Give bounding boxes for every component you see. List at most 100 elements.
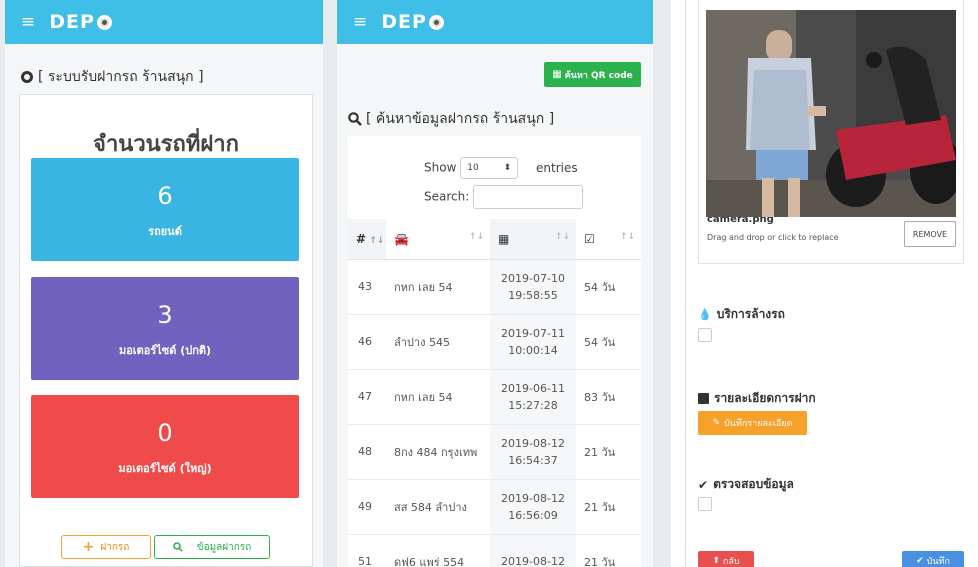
save-button-label: บันทึก [926,557,950,567]
column-header-days[interactable]: ☑ ↑↓ [576,219,641,260]
deposit-detail-screen: camera.png Drag and drop or click to rep… [671,0,978,567]
circle-icon [21,71,33,83]
search-section-title-text: [ ค้นหาข้อมูลฝากรถ ร้านสนุก ] [366,111,555,127]
column-number-label: # [356,231,367,246]
save-detail-button[interactable]: ✎ บันทึกรายละเอียด [698,411,807,435]
row-date: 2019-06-11 [501,381,565,395]
deposit-info-button-label: ข้อมูลฝากรถ [196,541,252,553]
sort-icon: ↑↓ [554,231,570,242]
motorcycle-big-count-box[interactable]: 0 มอเตอร์ไซด์ (ใหญ่) [31,395,299,498]
table-row[interactable]: 49 สส 584 ลำปาง 2019-08-12 16:56:09 21 วัน [348,479,641,535]
deposit-button[interactable]: + ฝากรถ [61,535,151,559]
table-row[interactable]: 43 กหก เลย 54 2019-07-10 19:58:55 54 วัน [348,259,641,315]
motorcycle-big-count: 0 [157,419,173,447]
row-days: 21 วัน [576,534,641,567]
page-length-select[interactable]: 10 ⬍ [460,157,519,179]
page-length-control: Show 10 ⬍ entries [424,157,578,179]
deposit-dashboard-screen: ≡ DEP [ ระบบรับฝากรถ ร้านสนุก ] จำนวนรถท… [5,0,323,567]
table-search-input[interactable] [473,185,584,209]
search-icon [348,112,362,126]
verify-checkbox[interactable] [698,497,712,511]
table-row[interactable]: 48 8กง 484 กรุงเทพ 2019-08-12 16:54:37 21 วั… [348,424,641,480]
row-days: 21 วัน [576,424,641,480]
row-plate: สส 584 ลำปาง [386,479,490,535]
search-label: Search: [424,189,470,204]
row-days: 83 วัน [576,369,641,425]
table-row[interactable]: 51 ดฟ6 แพร่ 554 2019-08-12 21 วัน [348,534,641,567]
car-wash-label-text: บริการล้างรถ [716,307,785,321]
app-logo[interactable]: DEP [381,11,444,33]
row-number: 47 [348,369,386,425]
qr-icon: ▦ [552,69,562,80]
plus-icon: + [82,539,95,555]
row-plate: 8กง 484 กรุงเทพ [386,424,490,480]
qr-search-button[interactable]: ▦ ค้นหา QR code [544,62,641,87]
car-label: รถยนต์ [148,225,182,238]
hamburger-icon[interactable]: ≡ [21,12,35,32]
table-search-control: Search: [424,185,584,209]
row-datetime: 2019-08-12 16:56:09 [490,479,576,535]
car-count: 6 [157,182,173,210]
table-row[interactable]: 47 กหก เลย 54 2019-06-11 15:27:28 83 วัน [348,369,641,425]
car-wash-checkbox[interactable] [698,328,712,342]
check-icon: ✔ [916,556,924,566]
row-days: 54 วัน [576,259,641,315]
page-edge-divider [685,0,686,567]
back-button-label: กลับ [722,557,740,567]
deposit-table-card: Show 10 ⬍ entries Search: # ↑↓ 🚘 ↑↓ ▦ ↑↓ ☑ ↑… [348,136,641,567]
row-datetime: 2019-07-10 19:58:55 [490,259,576,315]
remove-photo-button[interactable]: REMOVE [904,221,956,247]
pencil-icon: ✎ [712,418,721,428]
motorcycle-normal-count-box[interactable]: 3 มอเตอร์ไซด์ (ปกติ) [31,277,299,380]
row-datetime: 2019-06-11 15:27:28 [490,369,576,425]
row-number: 48 [348,424,386,480]
sort-icon: ↑↓ [468,231,484,242]
row-time: 16:56:09 [508,508,558,522]
row-date: 2019-08-12 [501,436,565,450]
row-plate: กหก เลย 54 [386,259,490,315]
verify-label-text: ตรวจสอบข้อมูล [713,477,794,491]
show-label: Show [424,160,457,175]
table-row[interactable]: 46 ลำปาง 545 2019-07-11 10:00:14 54 วัน [348,314,641,370]
row-date: 2019-08-12 [501,555,565,567]
row-date: 2019-07-10 [501,271,565,285]
search-section-title: [ ค้นหาข้อมูลฝากรถ ร้านสนุก ] [348,108,554,130]
calendar-check-icon: ☑ [584,231,595,246]
entries-label: entries [536,160,578,175]
deposit-search-screen: ≡ DEP ▦ ค้นหา QR code [ ค้นหาข้อมูลฝากรถ… [337,0,653,567]
deposit-button-label: ฝากรถ [100,541,130,553]
car-icon: 🚘 [394,231,409,246]
row-plate: ลำปาง 545 [386,314,490,370]
section-title: [ ระบบรับฝากรถ ร้านสนุก ] [21,66,204,88]
uploaded-photo [706,10,956,217]
row-number: 49 [348,479,386,535]
row-time: 19:58:55 [508,288,558,302]
top-navbar: ≡ DEP [5,0,323,44]
column-header-date[interactable]: ▦ ↑↓ [490,219,576,260]
table-header-row: # ↑↓ 🚘 ↑↓ ▦ ↑↓ ☑ ↑↓ [348,219,641,260]
sort-asc-icon: ↑↓ [366,235,385,246]
column-header-vehicle[interactable]: 🚘 ↑↓ [386,219,490,260]
app-logo[interactable]: DEP [49,11,112,33]
search-icon [172,542,183,552]
car-count-box[interactable]: 6 รถยนต์ [31,158,299,261]
save-button[interactable]: ✔ บันทึก [902,551,964,567]
photo-image [706,10,956,217]
tire-icon [96,14,112,30]
deposit-info-button[interactable]: ข้อมูลฝากรถ [154,535,270,559]
page-length-value: 10 [467,163,479,173]
hamburger-icon[interactable]: ≡ [353,12,367,32]
file-hint: Drag and drop or click to replace [707,233,839,242]
row-datetime: 2019-08-12 16:54:37 [490,424,576,480]
motorcycle-big-label: มอเตอร์ไซด์ (ใหญ่) [118,462,212,475]
row-time: 10:00:14 [508,343,558,357]
row-days: 21 วัน [576,479,641,535]
back-button[interactable]: ⬆ กลับ [698,551,754,567]
section-title-text: [ ระบบรับฝากรถ ร้านสนุก ] [38,69,204,85]
row-number: 46 [348,314,386,370]
row-days: 54 วัน [576,314,641,370]
top-navbar: ≡ DEP [337,0,653,44]
deposit-table: # ↑↓ 🚘 ↑↓ ▦ ↑↓ ☑ ↑↓ 43 กหก เลย 54 2019-07-10 1… [348,219,641,567]
row-date: 2019-08-12 [501,491,565,505]
column-header-number[interactable]: # ↑↓ [348,219,386,260]
